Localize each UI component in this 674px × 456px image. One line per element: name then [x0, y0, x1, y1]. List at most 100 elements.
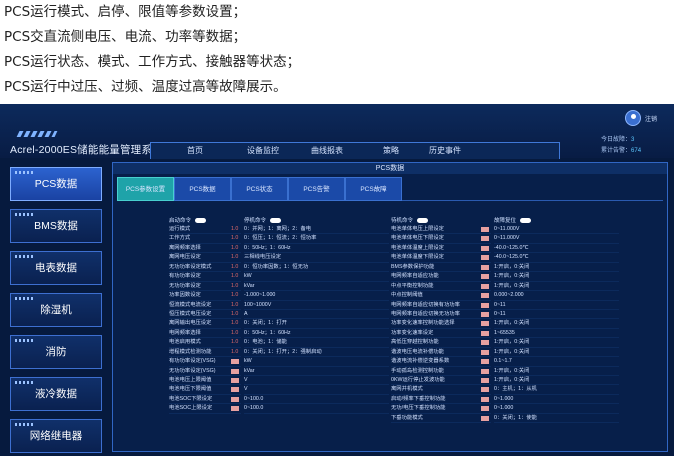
param-label: 离网频率选择 [169, 244, 201, 251]
param-label: 下垂功能模式 [391, 414, 423, 421]
sidebar-item-bms[interactable]: BMS数据 [10, 209, 102, 243]
param-input-box[interactable] [481, 293, 489, 299]
param-label: 0~100.0 [244, 405, 264, 412]
sidebar-item-meter[interactable]: 电表数据 [10, 251, 102, 285]
param-input-box[interactable] [481, 236, 489, 242]
param-input-box[interactable] [481, 264, 489, 270]
param-input-box[interactable] [231, 359, 239, 365]
param-input-box[interactable] [481, 406, 489, 412]
param-input-box[interactable] [481, 321, 489, 327]
subtab-pcs-data[interactable]: PCS数据 [174, 177, 231, 201]
param-input-box[interactable] [231, 368, 239, 374]
param-label: 0：恒压；1：恒流；2：恒功率 [244, 235, 317, 242]
param-row: 1:开启，0:关闭 [494, 338, 619, 348]
param-row: 1~65535 [494, 329, 619, 339]
param-value[interactable]: 1.0 [231, 225, 238, 234]
param-input-box[interactable] [481, 368, 489, 374]
param-input-box[interactable] [231, 387, 239, 393]
param-input-box[interactable] [481, 340, 489, 346]
nav-tab-home[interactable]: 首页 [187, 145, 203, 156]
param-value[interactable]: 1.0 [231, 319, 238, 328]
param-label: 1:开启，0:关闭 [494, 320, 530, 327]
command-toggle[interactable] [417, 217, 429, 223]
param-label: 1:开启，0:关闭 [494, 282, 530, 289]
param-column: 停机命令 0：并网；1：离网；2：备电 0：恒压；1：恒流；2：恒功率 0：50Hz；… [244, 215, 389, 414]
ems-screen: Acrel-2000ES储能能量管理系统 首页 设备监控 曲线报表 策略 历史事… [0, 104, 674, 456]
logout-button[interactable]: 注销 [645, 114, 657, 123]
param-input-box[interactable] [481, 311, 489, 317]
param-input-box[interactable] [481, 396, 489, 402]
param-input-box[interactable] [481, 302, 489, 308]
param-input-box[interactable] [231, 406, 239, 412]
nav-tab-device-monitor[interactable]: 设备监控 [247, 145, 279, 156]
subtab-pcs-params[interactable]: PCS参数设置 [117, 177, 174, 201]
param-value[interactable]: 1.0 [231, 244, 238, 253]
param-label: 电池SOC下限设定 [169, 395, 213, 402]
param-input-box[interactable] [481, 245, 489, 251]
param-value[interactable]: 1.0 [231, 272, 238, 281]
param-label: 恒压模式电压设定 [169, 310, 212, 317]
param-row: 1:开启，0:关闭 [494, 367, 619, 376]
param-input-box[interactable] [481, 387, 489, 393]
param-input-box[interactable] [481, 274, 489, 280]
param-value[interactable]: 1.0 [231, 282, 238, 291]
param-value[interactable]: 1.0 [231, 310, 238, 319]
param-row: 无功功率设定 1.0 [169, 282, 241, 292]
param-value[interactable]: 1.0 [231, 291, 238, 300]
param-input-box[interactable] [231, 396, 239, 402]
sidebar-item-pcs[interactable]: PCS数据 [10, 167, 102, 201]
param-row: 功率变化速率控制功能选择 [391, 319, 491, 329]
param-row: -1.000~1.000 [244, 291, 389, 301]
param-input-box[interactable] [481, 378, 489, 383]
top-bar: Acrel-2000ES储能能量管理系统 首页 设备监控 曲线报表 策略 历史事… [0, 104, 674, 159]
param-label: V [244, 377, 248, 383]
sidebar-item-fire[interactable]: 消防 [10, 335, 102, 369]
param-label: 电池电压下限阈值 [169, 386, 212, 393]
param-label: 离网并机模式 [391, 386, 423, 393]
nav-tab-strategy[interactable]: 策略 [383, 145, 399, 156]
param-row: 电池单体温度下限设定 [391, 253, 491, 263]
param-row: 电池SOC下限设定 [169, 395, 241, 405]
sidebar-item-dehumidifier[interactable]: 除湿机 [10, 293, 102, 327]
sidebar-item-network-relay[interactable]: 网络继电器 [10, 419, 102, 453]
param-input-box[interactable] [481, 283, 489, 289]
param-input-box[interactable] [481, 330, 489, 336]
param-value[interactable]: 1.0 [231, 301, 238, 310]
param-label: 电池单体电压下限设定 [391, 235, 444, 242]
param-value[interactable]: 1.0 [231, 234, 238, 243]
param-label: 电网频率选择 [169, 329, 201, 336]
user-avatar-icon[interactable] [625, 110, 641, 126]
command-toggle[interactable] [195, 217, 207, 223]
param-input-box[interactable] [481, 349, 489, 355]
param-label: 0：50Hz；1：60Hz [244, 329, 291, 336]
param-row: 功率因数设定 1.0 [169, 291, 241, 301]
param-label: BMS参数保护功能 [391, 263, 435, 270]
param-label: 1:开启，0:关闭 [494, 377, 530, 383]
subtab-pcs-fault[interactable]: PCS故障 [345, 177, 402, 201]
param-label: V [244, 386, 248, 393]
subtab-pcs-status[interactable]: PCS状态 [231, 177, 288, 201]
subtab-pcs-alarm[interactable]: PCS告警 [288, 177, 345, 201]
nav-tab-history-events[interactable]: 历史事件 [429, 145, 461, 156]
param-row: 恒流模式电流设定 1.0 [169, 301, 241, 310]
param-value[interactable]: 1.0 [231, 263, 238, 272]
param-row: 工作方式 1.0 [169, 234, 241, 244]
param-value[interactable]: 1.0 [231, 348, 238, 357]
command-toggle[interactable] [520, 217, 532, 223]
param-label: 中点平衡控制功能 [391, 282, 434, 289]
nav-tab-curve-report[interactable]: 曲线报表 [311, 145, 343, 156]
param-input-box[interactable] [481, 227, 489, 232]
param-value[interactable]: 1.0 [231, 338, 238, 347]
param-input-box[interactable] [481, 359, 489, 365]
param-input-box[interactable] [481, 415, 489, 421]
param-input-box[interactable] [231, 378, 239, 383]
param-value[interactable]: 1.0 [231, 329, 238, 338]
param-label: 0~11 [494, 301, 506, 308]
command-toggle[interactable] [270, 217, 282, 223]
param-value[interactable]: 1.0 [231, 253, 238, 262]
param-row: 1:开启，0:关闭 [494, 282, 619, 292]
param-input-box[interactable] [481, 255, 489, 261]
param-label: 0~11.000V [494, 235, 520, 242]
param-row: 0~11 [494, 301, 619, 310]
sidebar-item-liquid-cooling[interactable]: 液冷数据 [10, 377, 102, 411]
